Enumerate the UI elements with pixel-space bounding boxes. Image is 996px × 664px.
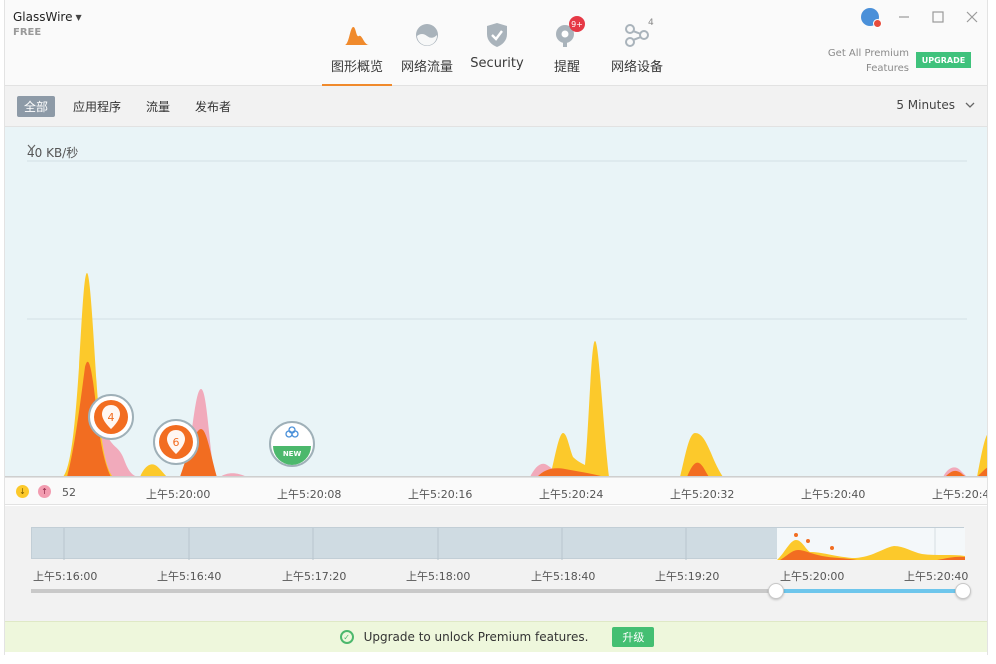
alert-badge: 9+ bbox=[569, 16, 585, 32]
traffic-graph[interactable]: 40 KB/秒 4 6 NEW bbox=[5, 127, 987, 477]
tab-usage[interactable]: 网络流量 bbox=[392, 0, 462, 86]
upgrade-banner: ✓ Upgrade to unlock Premium features. 升级 bbox=[5, 621, 987, 652]
timeline-handle-end[interactable] bbox=[955, 583, 971, 599]
timeline-label: 上午5:18:40 bbox=[531, 570, 596, 583]
axis-tick: 上午5:20:08 bbox=[277, 488, 342, 501]
time-range-value: 5 Minutes bbox=[896, 98, 955, 112]
upgrade-now-button[interactable]: 升级 bbox=[612, 627, 655, 647]
tab-usage-label: 网络流量 bbox=[400, 60, 453, 75]
premium-line-2: Features bbox=[866, 63, 909, 74]
timeline-label: 上午5:17:20 bbox=[282, 570, 347, 583]
traffic-graph-canvas: 4 6 NEW bbox=[5, 160, 987, 477]
timeline-label: 上午5:18:00 bbox=[406, 570, 471, 583]
timeline-label: 上午5:16:40 bbox=[157, 570, 222, 583]
axis-tick: 上午5:20:48 bbox=[932, 488, 987, 501]
time-range-select[interactable]: 5 Minutes bbox=[896, 98, 975, 112]
axis-tick: 上午5:20:00 bbox=[146, 488, 211, 501]
maximize-button[interactable] bbox=[929, 8, 947, 26]
glasswire-window: GlassWire ▼ FREE 图形概览 网络流量 Security 9+ 提… bbox=[4, 0, 988, 655]
tab-graph-label: 图形概览 bbox=[330, 60, 383, 75]
view-filters: 全部 应用程序 流量 发布者 bbox=[17, 96, 238, 117]
timeline-label: 上午5:16:00 bbox=[33, 570, 98, 583]
timeline-label: 上午5:20:00 bbox=[780, 570, 845, 583]
account-avatar[interactable] bbox=[861, 8, 882, 28]
tab-devices-label: 网络设备 bbox=[610, 60, 663, 75]
download-legend-icon: ↓ bbox=[16, 485, 29, 498]
timeline-label: 上午5:19:20 bbox=[655, 570, 720, 583]
timeline-handle-start[interactable] bbox=[768, 583, 784, 599]
upgrade-message: Upgrade to unlock Premium features. bbox=[363, 630, 589, 644]
chevron-down-icon: ▼ bbox=[75, 12, 82, 22]
timeline-label: 上午5:20:40 bbox=[904, 570, 969, 583]
alert-icon: 9+ bbox=[555, 16, 585, 50]
upgrade-button[interactable]: UPGRADE bbox=[916, 52, 971, 68]
axis-tick: 上午5:20:24 bbox=[539, 488, 604, 501]
device-count: 4 bbox=[648, 18, 654, 28]
plan-tier: FREE bbox=[13, 27, 42, 38]
filter-traffic[interactable]: 流量 bbox=[139, 96, 177, 117]
axis-tick: 52 bbox=[62, 486, 76, 499]
tab-security[interactable]: Security bbox=[462, 0, 532, 86]
timeline-canvas bbox=[63, 528, 965, 560]
filter-all[interactable]: 全部 bbox=[17, 96, 56, 117]
timeline-selection[interactable] bbox=[776, 589, 964, 593]
tab-alerts[interactable]: 9+ 提醒 bbox=[532, 0, 602, 86]
new-label: NEW bbox=[283, 450, 302, 458]
close-button[interactable] bbox=[963, 8, 981, 26]
filter-apps[interactable]: 应用程序 bbox=[66, 96, 128, 117]
download-area bbox=[550, 341, 609, 477]
top-bar: GlassWire ▼ FREE 图形概览 网络流量 Security 9+ 提… bbox=[5, 0, 987, 86]
axis-tick: 上午5:20:40 bbox=[801, 488, 866, 501]
filter-bar: 全部 应用程序 流量 发布者 5 Minutes bbox=[5, 86, 987, 127]
minimize-button[interactable] bbox=[895, 8, 913, 26]
alert-marker: 4 bbox=[88, 394, 134, 440]
marker-count: 4 bbox=[108, 411, 115, 424]
time-axis: ↓ ↑ 52 上午5:20:00 上午5:20:08 上午5:20:16 上午5… bbox=[5, 477, 987, 505]
premium-promo: Get All Premium Features bbox=[828, 46, 909, 76]
axis-tick: 上午5:20:32 bbox=[670, 488, 735, 501]
alert-marker: 6 bbox=[153, 419, 199, 465]
chevron-down-icon bbox=[965, 102, 975, 108]
tab-security-label: Security bbox=[470, 56, 524, 71]
usage-icon bbox=[414, 20, 440, 50]
tab-devices[interactable]: 4 网络设备 bbox=[602, 0, 672, 86]
tab-alerts-label: 提醒 bbox=[553, 60, 580, 75]
main-nav: 图形概览 网络流量 Security 9+ 提醒 4 网络设备 bbox=[322, 0, 672, 86]
graph-icon bbox=[344, 20, 370, 50]
close-icon bbox=[966, 11, 978, 23]
tab-graph[interactable]: 图形概览 bbox=[322, 0, 392, 86]
brand-menu[interactable]: GlassWire ▼ FREE bbox=[13, 10, 82, 38]
filter-publishers[interactable]: 发布者 bbox=[188, 96, 238, 117]
premium-line-1: Get All Premium bbox=[827, 48, 909, 59]
minimize-icon bbox=[899, 16, 909, 18]
maximize-icon bbox=[932, 11, 944, 23]
check-circle-icon: ✓ bbox=[339, 630, 354, 644]
marker-count: 6 bbox=[173, 436, 180, 449]
timeline-track[interactable] bbox=[31, 527, 965, 560]
new-app-marker: NEW bbox=[269, 421, 315, 467]
timeline-overview: 上午5:16:00 上午5:16:40 上午5:17:20 上午5:18:00 … bbox=[5, 506, 987, 622]
download-area bbox=[140, 464, 167, 477]
window-controls bbox=[861, 8, 981, 28]
upload-legend-icon: ↑ bbox=[38, 485, 51, 498]
axis-tick: 上午5:20:16 bbox=[408, 488, 473, 501]
shield-icon bbox=[485, 20, 509, 50]
app-name: GlassWire bbox=[13, 10, 73, 24]
devices-icon: 4 bbox=[624, 18, 654, 50]
